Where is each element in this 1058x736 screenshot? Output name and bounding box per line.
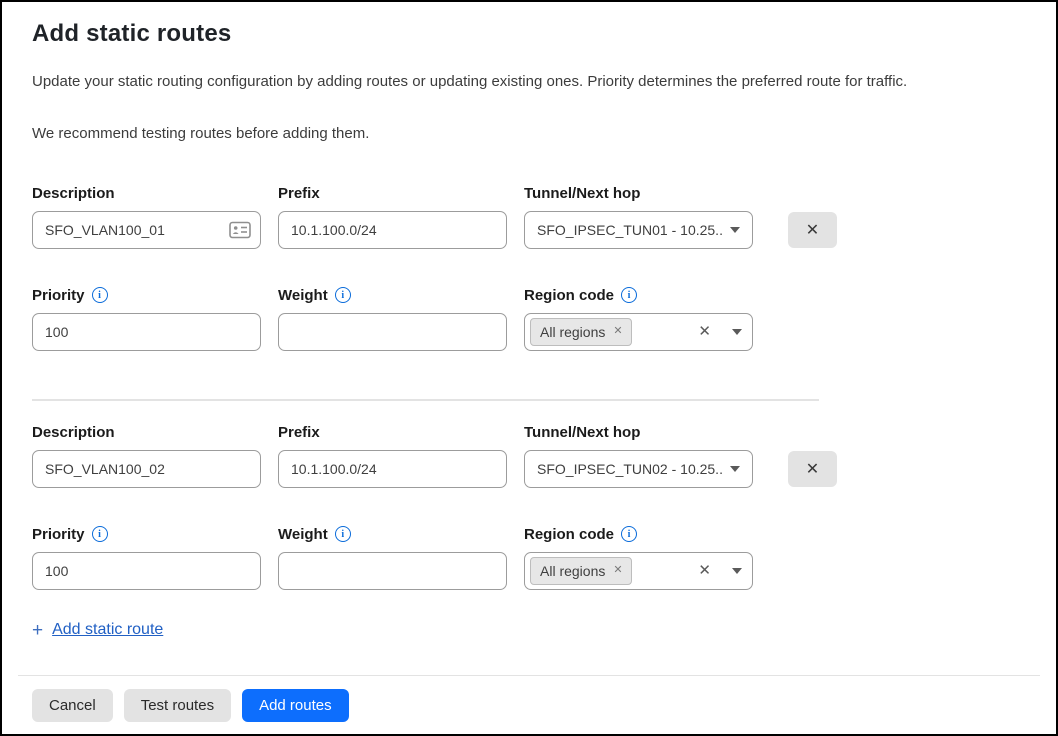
priority-label: Priority <box>32 526 85 543</box>
region-code-select[interactable]: All regions ✕ ✕ <box>524 552 753 590</box>
route-entry-1: Description <box>32 185 1026 351</box>
priority-label: Priority <box>32 287 85 304</box>
prefix-input[interactable] <box>278 211 507 249</box>
dialog-recommendation: We recommend testing routes before addin… <box>32 124 1026 144</box>
region-code-select[interactable]: All regions ✕ ✕ <box>524 313 753 351</box>
prefix-input[interactable] <box>278 450 507 488</box>
prefix-label: Prefix <box>278 424 320 441</box>
caret-down-icon <box>730 466 740 472</box>
caret-down-icon <box>732 568 742 574</box>
test-routes-button[interactable]: Test routes <box>124 689 231 722</box>
region-tag-label: All regions <box>540 324 605 340</box>
info-icon[interactable]: i <box>335 526 351 542</box>
plus-icon: + <box>32 621 43 640</box>
priority-input[interactable] <box>32 552 261 590</box>
remove-route-button[interactable]: ✕ <box>788 212 837 248</box>
tunnel-label: Tunnel/Next hop <box>524 185 640 202</box>
add-static-route-link[interactable]: Add static route <box>52 621 163 639</box>
tunnel-selected-value: SFO_IPSEC_TUN02 - 10.25... <box>537 461 722 477</box>
remove-tag-icon[interactable]: ✕ <box>613 326 622 337</box>
region-code-label: Region code <box>524 526 614 543</box>
tunnel-selected-value: SFO_IPSEC_TUN01 - 10.25... <box>537 222 722 238</box>
tunnel-select[interactable]: SFO_IPSEC_TUN02 - 10.25... <box>524 450 753 488</box>
region-code-label: Region code <box>524 287 614 304</box>
add-static-routes-dialog: Add static routes Update your static rou… <box>0 0 1058 736</box>
remove-tag-icon[interactable]: ✕ <box>613 565 622 576</box>
weight-input[interactable] <box>278 313 507 351</box>
weight-input[interactable] <box>278 552 507 590</box>
info-icon[interactable]: i <box>621 287 637 303</box>
region-tag: All regions ✕ <box>530 318 632 346</box>
clear-selection-icon[interactable]: ✕ <box>698 563 711 578</box>
tunnel-label: Tunnel/Next hop <box>524 424 640 441</box>
add-routes-button[interactable]: Add routes <box>242 689 349 722</box>
region-tag: All regions ✕ <box>530 557 632 585</box>
description-input[interactable] <box>32 450 261 488</box>
caret-down-icon <box>732 329 742 335</box>
region-tag-label: All regions <box>540 563 605 579</box>
route-divider <box>32 399 819 401</box>
cancel-button[interactable]: Cancel <box>32 689 113 722</box>
autofill-contact-icon[interactable] <box>229 221 251 238</box>
weight-label: Weight <box>278 526 328 543</box>
page-title: Add static routes <box>32 20 1026 48</box>
info-icon[interactable]: i <box>335 287 351 303</box>
prefix-label: Prefix <box>278 185 320 202</box>
footer-actions: Cancel Test routes Add routes <box>2 676 1056 722</box>
info-icon[interactable]: i <box>621 526 637 542</box>
route-entry-2: Description Prefix Tunnel/Next hop SFO <box>32 424 1026 590</box>
tunnel-select[interactable]: SFO_IPSEC_TUN01 - 10.25... <box>524 211 753 249</box>
remove-route-button[interactable]: ✕ <box>788 451 837 487</box>
info-icon[interactable]: i <box>92 526 108 542</box>
weight-label: Weight <box>278 287 328 304</box>
description-label: Description <box>32 185 115 202</box>
caret-down-icon <box>730 227 740 233</box>
priority-input[interactable] <box>32 313 261 351</box>
description-input[interactable] <box>32 211 261 249</box>
info-icon[interactable]: i <box>92 287 108 303</box>
dialog-description: Update your static routing configuration… <box>32 72 1026 92</box>
description-label: Description <box>32 424 115 441</box>
clear-selection-icon[interactable]: ✕ <box>698 324 711 339</box>
